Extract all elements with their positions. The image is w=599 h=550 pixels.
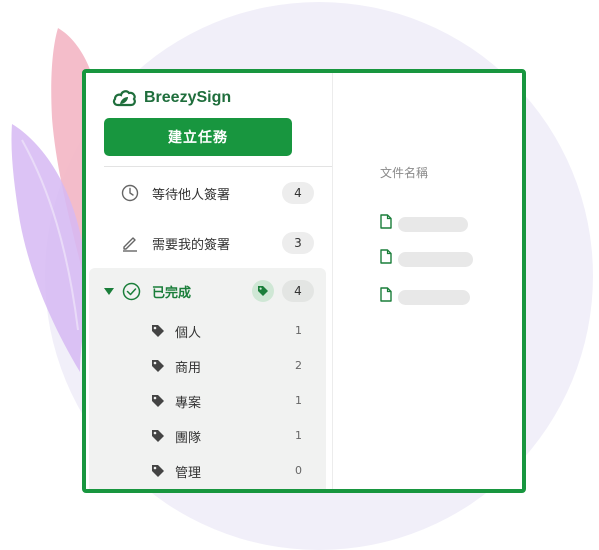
- tag-icon: [152, 465, 164, 477]
- sidebar-item-needs-signature[interactable]: 需要我的簽署 3: [86, 223, 332, 263]
- document-row[interactable]: [380, 287, 490, 307]
- tag-count: 1: [295, 324, 302, 337]
- create-task-button[interactable]: 建立任務: [104, 118, 292, 156]
- tag-item-business[interactable]: 商用 2: [89, 349, 326, 383]
- sidebar-item-label: 需要我的簽署: [152, 237, 231, 253]
- tag-icon: [152, 325, 164, 337]
- tag-icon: [258, 286, 268, 296]
- tag-label: 團隊: [175, 431, 202, 446]
- document-icon: [380, 249, 392, 264]
- tag-item-project[interactable]: 專案 1: [89, 384, 326, 418]
- tag-label: 個人: [175, 326, 202, 341]
- pencil-icon: [123, 237, 137, 252]
- tag-label: 商用: [175, 361, 202, 376]
- cloud-leaf-logo-icon: [112, 90, 136, 107]
- tag-count: 1: [295, 429, 302, 442]
- tag-item-team[interactable]: 團隊 1: [89, 419, 326, 453]
- document-name-placeholder: [398, 252, 473, 267]
- sidebar-divider: [104, 166, 332, 167]
- sidebar-item-label: 等待他人簽署: [152, 187, 231, 203]
- document-name-placeholder: [398, 290, 470, 305]
- sidebar: BreezySign 建立任務 等待他人簽署 4 需要我的簽署 3 已完成 4 …: [86, 73, 333, 489]
- clock-icon: [121, 184, 139, 202]
- sidebar-item-completed[interactable]: 已完成 4 個人 1 商用 2 專案 1 團隊 1 管理 0: [89, 268, 326, 489]
- brand-name: BreezySign: [144, 89, 232, 106]
- document-name-header: 文件名稱: [380, 166, 429, 180]
- document-icon: [380, 214, 392, 229]
- caret-down-icon[interactable]: [104, 288, 114, 296]
- tag-count: 1: [295, 394, 302, 407]
- tag-icon: [152, 360, 164, 372]
- count-badge: 3: [282, 232, 314, 254]
- count-badge: 4: [282, 280, 314, 302]
- document-icon: [380, 287, 392, 302]
- document-name-placeholder: [398, 217, 468, 232]
- count-badge: 4: [282, 182, 314, 204]
- completed-label: 已完成: [152, 286, 192, 301]
- tag-count: 0: [295, 464, 302, 477]
- document-row[interactable]: [380, 249, 490, 269]
- tag-icon: [152, 395, 164, 407]
- app-window: BreezySign 建立任務 等待他人簽署 4 需要我的簽署 3 已完成 4 …: [82, 69, 526, 493]
- brand-logo[interactable]: BreezySign: [112, 87, 231, 109]
- tag-item-management[interactable]: 管理 0: [89, 454, 326, 488]
- tag-icon: [152, 430, 164, 442]
- tag-filter-button[interactable]: [252, 280, 274, 302]
- sidebar-item-waiting[interactable]: 等待他人簽署 4: [86, 173, 332, 213]
- tag-item-personal[interactable]: 個人 1: [89, 314, 326, 348]
- tag-count: 2: [295, 359, 302, 372]
- tag-label: 管理: [175, 466, 202, 481]
- check-circle-icon: [122, 282, 141, 301]
- document-row[interactable]: [380, 214, 490, 234]
- tag-label: 專案: [175, 396, 202, 411]
